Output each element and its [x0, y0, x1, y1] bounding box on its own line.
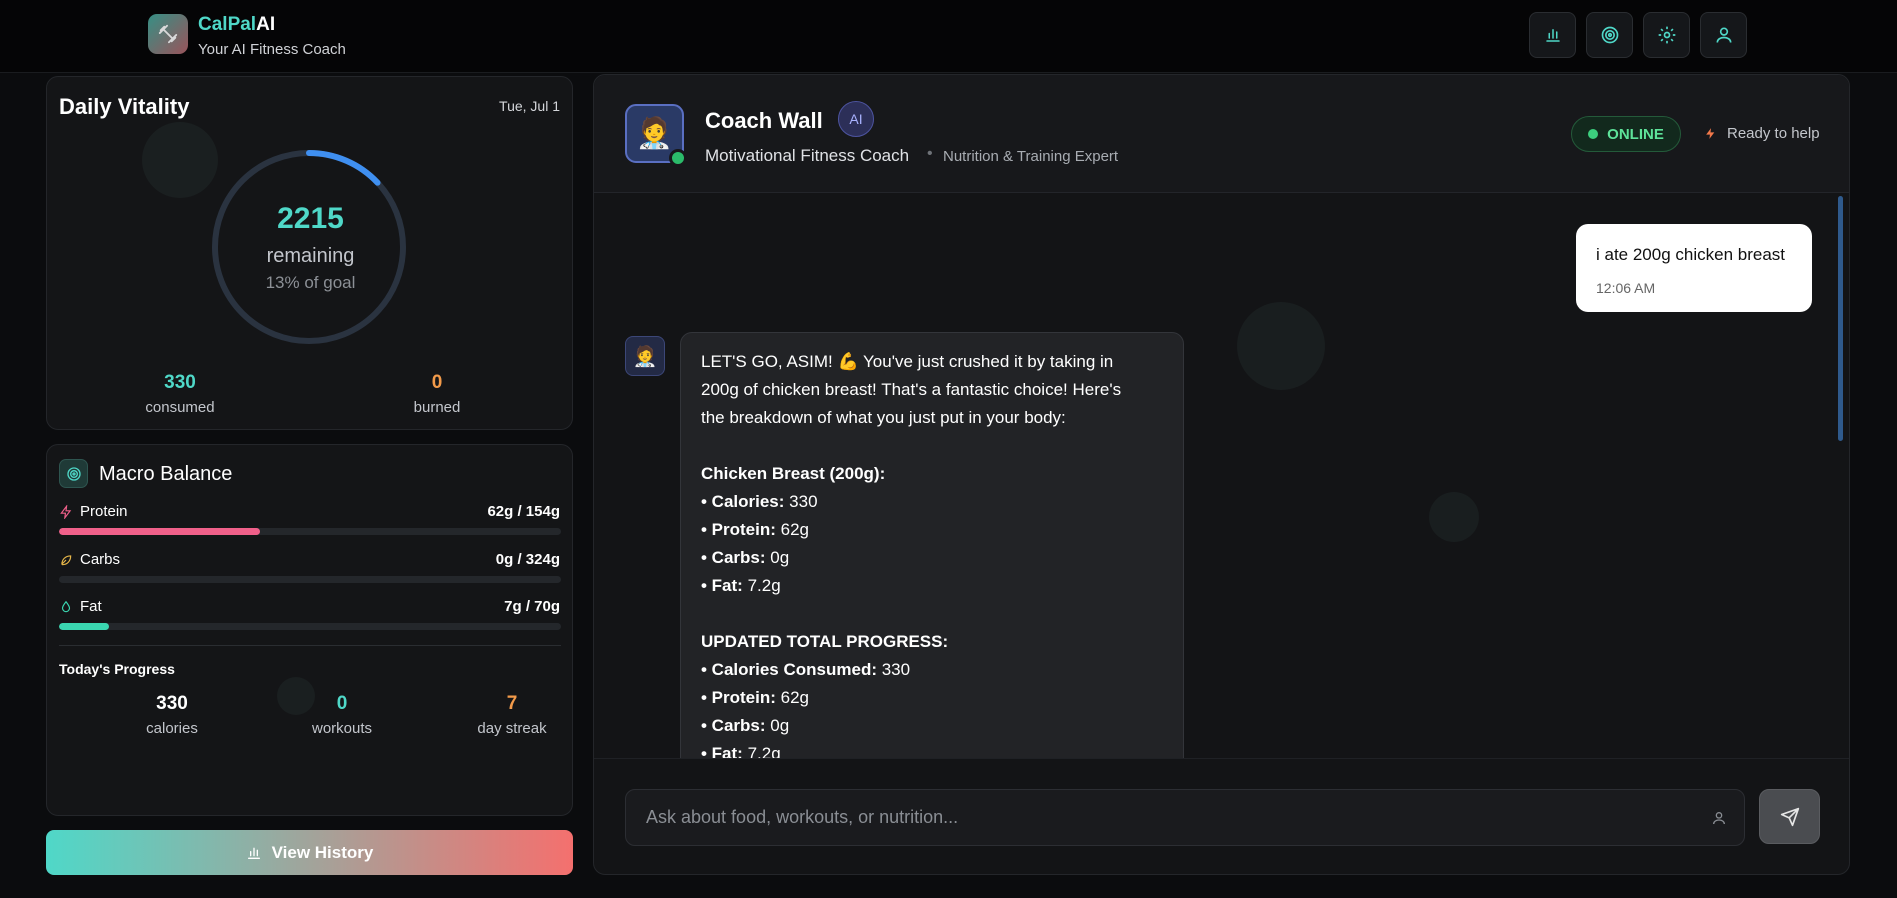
coach-separator: • [927, 145, 933, 162]
progress-streak-value: 7 [506, 693, 518, 714]
decorative-circle [1429, 492, 1479, 542]
brand-tagline: Your AI Fitness Coach [198, 41, 346, 58]
target-icon [1601, 26, 1618, 44]
top-bar: CalPalAI Your AI Fitness Coach [0, 0, 1897, 73]
stats-icon [247, 847, 260, 859]
online-indicator [669, 149, 687, 167]
consumed-value: 330 [164, 372, 196, 393]
message-line: • Protein: 62g [701, 688, 809, 707]
status-text: ONLINE [1607, 125, 1664, 143]
message-line: • Fat: 7.2g [701, 744, 781, 758]
macro-balance-card: Macro Balance Protein 62g / 154g Carbs 0… [46, 444, 573, 816]
coach-avatar-small: 🧑‍⚕️ [625, 336, 665, 376]
settings-button[interactable] [1643, 12, 1690, 58]
ready-text: Ready to help [1727, 125, 1820, 142]
fat-bar-fill [59, 623, 110, 630]
bolt-icon [60, 504, 72, 519]
protein-value: 62g / 154g [487, 503, 560, 520]
consumed-label: consumed [145, 399, 215, 416]
carbs-value: 0g / 324g [495, 551, 560, 568]
progress-calories-label: calories [146, 720, 198, 737]
view-history-label: View History [271, 842, 374, 862]
send-button[interactable] [1759, 789, 1820, 844]
macro-title: Macro Balance [99, 463, 233, 485]
message-line: • Carbs: 0g [701, 548, 790, 567]
message-line: • Calories: 330 [701, 492, 818, 511]
protein-bar-fill [59, 528, 260, 535]
status-badge: ONLINE [1571, 116, 1681, 152]
status-dot [1588, 129, 1599, 139]
send-icon [1780, 807, 1799, 826]
message-line: 200g of chicken breast! That's a fantast… [701, 380, 1122, 399]
fat-value: 7g / 70g [504, 598, 560, 615]
coach-chat-panel: 🧑‍⚕️ Coach Wall AI Motivational Fitness … [593, 74, 1850, 875]
fat-bar [59, 623, 561, 630]
message-heading: Chicken Breast (200g): [701, 464, 886, 483]
gear-icon [1658, 26, 1675, 44]
ready-status: Ready to help [1704, 125, 1820, 142]
bolt-icon [1706, 128, 1715, 139]
macro-carbs-label: Carbs [59, 551, 120, 568]
carbs-bar [59, 576, 561, 583]
view-history-button[interactable]: View History [46, 830, 573, 875]
burned-value: 0 [431, 372, 443, 393]
goals-button[interactable] [1586, 12, 1633, 58]
vitality-date: Tue, Jul 1 [499, 98, 560, 114]
decorative-circle [1237, 302, 1325, 390]
daily-vitality-card: Daily Vitality Tue, Jul 1 2215 remaining… [46, 76, 573, 430]
macro-protein-label: Protein [59, 503, 128, 520]
drop-icon [61, 600, 71, 612]
macro-fat-label: Fat [59, 598, 102, 615]
vitality-title: Daily Vitality [59, 94, 190, 119]
brand-part-2: AI [256, 14, 276, 35]
profile-button[interactable] [1700, 12, 1747, 58]
target-icon [59, 459, 88, 488]
progress-streak-label: day streak [477, 720, 547, 737]
chat-input-area [594, 758, 1849, 874]
fat-label-text: Fat [80, 598, 102, 615]
message-line: the breakdown of what you just put in yo… [701, 408, 1066, 427]
user-message: i ate 200g chicken breast 12:06 AM [1576, 224, 1812, 312]
chat-header: 🧑‍⚕️ Coach Wall AI Motivational Fitness … [594, 75, 1849, 193]
remaining-label: remaining [266, 245, 355, 267]
progress-workouts-label: workouts [311, 720, 373, 737]
protein-bar [59, 528, 561, 535]
coach-role: Motivational Fitness Coach [705, 146, 910, 165]
goal-percent: 13% of goal [265, 273, 356, 292]
user-message-time: 12:06 AM [1596, 280, 1656, 296]
stats-button[interactable] [1529, 12, 1576, 58]
message-line: LET'S GO, ASIM! 💪 You've just crushed it… [701, 352, 1114, 371]
user-message-text: i ate 200g chicken breast [1596, 245, 1786, 264]
stats-icon [1545, 29, 1560, 42]
chat-input[interactable] [625, 789, 1745, 846]
coach-name: Coach Wall [705, 108, 823, 133]
protein-label-text: Protein [80, 503, 128, 520]
chat-scrollbar[interactable] [1838, 196, 1843, 441]
message-heading: UPDATED TOTAL PROGRESS: [701, 632, 949, 651]
message-line: • Carbs: 0g [701, 716, 790, 735]
ai-badge: AI [838, 101, 874, 137]
progress-workouts-value: 0 [336, 693, 348, 714]
chat-messages[interactable]: i ate 200g chicken breast 12:06 AM 🧑‍⚕️ … [594, 194, 1849, 758]
divider [59, 645, 561, 646]
user-icon [1716, 27, 1731, 43]
message-line: • Calories Consumed: 330 [701, 660, 911, 679]
user-icon[interactable] [1711, 809, 1727, 827]
leaf-icon [61, 554, 72, 565]
remaining-calories: 2215 [277, 202, 344, 235]
brand-part-1: CalPal [198, 14, 257, 35]
carbs-label-text: Carbs [80, 551, 121, 568]
brand-name: CalPalAI [198, 14, 275, 36]
logo-icon [148, 14, 188, 54]
coach-message: LET'S GO, ASIM! 💪 You've just crushed it… [680, 332, 1184, 758]
todays-progress-title: Today's Progress [59, 661, 175, 677]
decorative-circle [142, 122, 218, 198]
message-line: • Protein: 62g [701, 520, 809, 539]
coach-expertise: Nutrition & Training Expert [943, 148, 1119, 165]
progress-calories-value: 330 [156, 693, 188, 714]
burned-label: burned [413, 399, 461, 416]
message-line: • Fat: 7.2g [701, 576, 781, 595]
